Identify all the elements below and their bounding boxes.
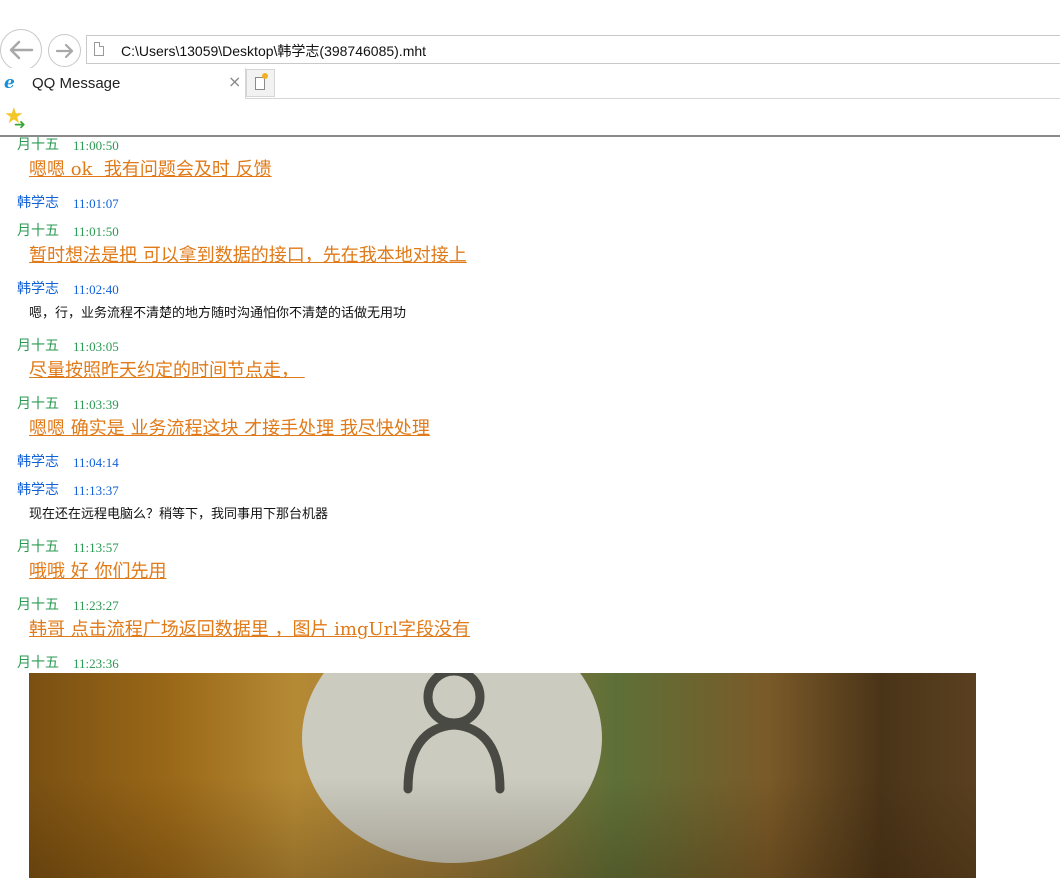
chat-message: 月十五 11:01:50 暂时想法是把 可以拿到数据的接口，先在我本地对接上 xyxy=(0,213,1060,271)
chat-message: 韩学志 11:04:14 xyxy=(0,444,1060,472)
message-text: 现在还在远程电脑么？稍等下，我同事用下那台机器 xyxy=(29,507,329,522)
tab-title: QQ Message xyxy=(32,75,121,92)
command-bar: ★ ➜ xyxy=(0,99,1060,137)
forward-arrow-icon xyxy=(55,43,73,58)
chat-message: 韩学志 11:02:40 嗯，行，业务流程不清楚的地方随时沟通怕你不清楚的话做无用功 xyxy=(0,271,1060,328)
sender-name: 月十五 xyxy=(17,338,59,354)
browser-chrome: C:\Users\13059\Desktop\韩学志(398746085).mh… xyxy=(0,0,1060,137)
message-time: 11:01:07 xyxy=(73,196,119,211)
message-header: 月十五 11:03:39 xyxy=(0,386,1060,414)
message-time: 11:04:14 xyxy=(73,455,119,470)
chat-message: 月十五 11:03:39 嗯嗯 确实是 业务流程这块 才接手处理 我尽快处理 xyxy=(0,386,1060,444)
chat-message: 月十五 11:23:36 xyxy=(0,645,1060,878)
message-header: 韩学志 11:04:14 xyxy=(0,444,1060,472)
forward-button[interactable] xyxy=(48,34,81,67)
chat-message: 月十五 11:03:05 尽量按照昨天约定的时间节点走， xyxy=(0,328,1060,386)
back-arrow-icon xyxy=(9,40,34,60)
tab-qq-message[interactable]: e QQ Message × xyxy=(0,68,246,99)
add-favorites-star-icon[interactable]: ★ ➜ xyxy=(4,105,26,134)
message-time: 11:23:27 xyxy=(73,598,119,613)
message-header: 月十五 11:00:50 xyxy=(0,137,1060,155)
sender-name: 月十五 xyxy=(17,223,59,239)
sender-name: 月十五 xyxy=(17,396,59,412)
message-time: 11:00:50 xyxy=(73,138,119,153)
back-button[interactable] xyxy=(0,29,42,71)
message-text: 韩哥 点击流程广场返回数据里 ，图片 imgUrl字段没有 xyxy=(29,619,471,640)
message-time: 11:03:39 xyxy=(73,397,119,412)
message-time: 11:03:05 xyxy=(73,339,119,354)
message-header: 月十五 11:23:36 xyxy=(0,645,1060,673)
message-header: 韩学志 11:01:07 xyxy=(0,185,1060,213)
message-text: 尽量按照昨天约定的时间节点走， xyxy=(29,360,305,381)
message-text: 嗯嗯 ok 我有问题会及时 反馈 xyxy=(29,159,272,180)
message-header: 月十五 11:23:27 xyxy=(0,587,1060,615)
sender-name: 韩学志 xyxy=(17,482,59,498)
message-text: 暂时想法是把 可以拿到数据的接口，先在我本地对接上 xyxy=(29,245,467,266)
chat-message: 韩学志 11:13:37 现在还在远程电脑么？稍等下，我同事用下那台机器 xyxy=(0,472,1060,529)
message-header: 月十五 11:13:57 xyxy=(0,529,1060,557)
message-text: 哦哦 好 你们先用 xyxy=(29,561,167,582)
chat-message: 月十五 11:00:50 嗯嗯 ok 我有问题会及时 反馈 xyxy=(0,137,1060,185)
new-tab-spark xyxy=(262,73,268,79)
tab-close-icon[interactable]: × xyxy=(228,73,241,91)
message-header: 月十五 11:01:50 xyxy=(0,213,1060,241)
internet-explorer-icon: e xyxy=(4,73,15,93)
sender-name: 月十五 xyxy=(17,539,59,555)
page-icon xyxy=(94,42,104,56)
photo-shade xyxy=(29,673,976,878)
sender-name: 月十五 xyxy=(17,597,59,613)
sender-name: 韩学志 xyxy=(17,195,59,211)
message-text: 嗯嗯 确实是 业务流程这块 才接手处理 我尽快处理 xyxy=(29,418,430,439)
message-time: 11:01:50 xyxy=(73,224,119,239)
message-text: 嗯，行，业务流程不清楚的地方随时沟通怕你不清楚的话做无用功 xyxy=(29,306,407,321)
address-bar[interactable]: C:\Users\13059\Desktop\韩学志(398746085).mh… xyxy=(86,35,1060,64)
new-tab-button[interactable] xyxy=(246,69,275,97)
chat-message: 月十五 11:23:27 韩哥 点击流程广场返回数据里 ，图片 imgUrl字段没有 xyxy=(0,587,1060,645)
tab-row: e QQ Message × xyxy=(0,68,1060,99)
message-header: 月十五 11:03:05 xyxy=(0,328,1060,356)
sender-name: 月十五 xyxy=(17,137,59,153)
message-time: 11:13:57 xyxy=(73,540,119,555)
chat-message: 月十五 11:13:57 哦哦 好 你们先用 xyxy=(0,529,1060,587)
sender-name: 韩学志 xyxy=(17,281,59,297)
message-image[interactable] xyxy=(29,673,976,878)
sender-name: 韩学志 xyxy=(17,454,59,470)
chat-message: 韩学志 11:01:07 xyxy=(0,185,1060,213)
message-history[interactable]: 月十五 11:00:50 嗯嗯 ok 我有问题会及时 反馈韩学志 11:01:07 月十… xyxy=(0,137,1060,878)
message-time: 11:13:37 xyxy=(73,483,119,498)
message-header: 韩学志 11:02:40 xyxy=(0,271,1060,299)
sender-name: 月十五 xyxy=(17,655,59,671)
message-time: 11:23:36 xyxy=(73,656,119,671)
address-text[interactable]: C:\Users\13059\Desktop\韩学志(398746085).mh… xyxy=(121,41,426,61)
message-header: 韩学志 11:13:37 xyxy=(0,472,1060,500)
message-time: 11:02:40 xyxy=(73,282,119,297)
message-list: 月十五 11:00:50 嗯嗯 ok 我有问题会及时 反馈韩学志 11:01:07 月十… xyxy=(0,137,1060,878)
favorites-arrow-icon: ➜ xyxy=(14,117,26,133)
